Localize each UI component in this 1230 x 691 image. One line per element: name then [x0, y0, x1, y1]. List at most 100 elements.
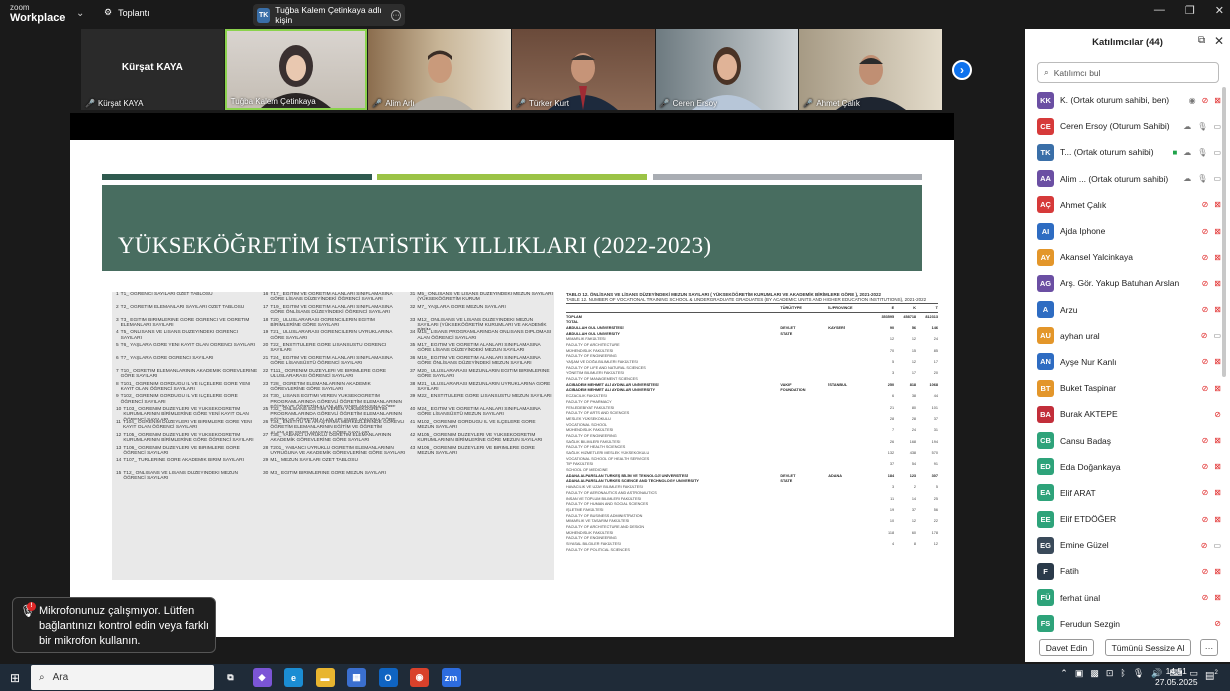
participant-row[interactable]: FÜ ferhat ünal ⊘ ⊠	[1037, 585, 1221, 611]
invite-button[interactable]: Davet Edin	[1039, 639, 1094, 656]
mic-icon[interactable]: 🎙	[1197, 122, 1207, 131]
video-off-icon[interactable]: ⊠	[1214, 488, 1221, 497]
pop-out-icon[interactable]: ⧉	[1198, 35, 1205, 46]
video-icon[interactable]: ▭	[1213, 174, 1221, 183]
mic-muted-icon[interactable]: ⊘	[1202, 227, 1209, 236]
participant-row[interactable]: AG Arş. Gör. Yakup Batuhan Arslan ⊘ ⊠	[1037, 270, 1221, 296]
mic-muted-icon[interactable]: ⊘	[1202, 384, 1209, 393]
clock[interactable]: 14:51 27.05.2025	[1155, 666, 1198, 688]
participant-row[interactable]: ED Eda Doğankaya ⊘ ⊠	[1037, 454, 1221, 480]
participant-row[interactable]: KK K. (Ortak oturum sahibi, ben) ◉ ⊘ ⊠	[1037, 87, 1221, 113]
mute-all-button[interactable]: Tümünü Sessize Al	[1105, 639, 1191, 656]
video-off-icon[interactable]: ⊠	[1214, 357, 1221, 366]
mic-muted-icon[interactable]: ⊘	[1202, 567, 1209, 576]
tray-app-icon[interactable]: ⊡	[1106, 668, 1114, 679]
mic-muted-icon[interactable]: ⊘	[1202, 253, 1209, 262]
video-off-icon[interactable]: ⊠	[1214, 436, 1221, 445]
video-tile[interactable]: 🎤 Türker Kurt	[512, 29, 655, 110]
video-off-icon[interactable]: ⊠	[1214, 515, 1221, 524]
video-icon[interactable]: ▭	[1213, 331, 1221, 340]
store-icon[interactable]: ▦	[347, 668, 366, 687]
zoom-icon[interactable]: zm	[441, 668, 461, 687]
video-tile[interactable]: Tuğba Kalem Çetinkaya	[224, 29, 368, 110]
mic-muted-icon[interactable]: ⊘	[1202, 357, 1209, 366]
mic-muted-icon[interactable]: ⊘	[1202, 462, 1209, 471]
maximize-icon[interactable]: ❐	[1185, 4, 1195, 17]
video-icon[interactable]: ▭	[1213, 541, 1221, 550]
notification-icon[interactable]: ▤2	[1205, 670, 1218, 681]
minimize-icon[interactable]: —	[1154, 4, 1165, 17]
close-icon[interactable]: ✕	[1215, 4, 1224, 17]
mic-muted-icon[interactable]: ⊘	[1214, 410, 1221, 419]
participant-row[interactable]: EG Emine Güzel ⊘ ▭	[1037, 532, 1221, 558]
tray-app-icon[interactable]: ▩	[1090, 668, 1099, 679]
video-off-icon[interactable]: ⊠	[1214, 200, 1221, 209]
mic-icon[interactable]: 🎙	[1197, 174, 1207, 183]
video-icon[interactable]: ▭	[1213, 148, 1221, 157]
participant-row[interactable]: EA Elif ARAT ⊘ ⊠	[1037, 480, 1221, 506]
more-icon[interactable]: ···	[391, 9, 401, 21]
mic-muted-icon[interactable]: ⊘	[1214, 619, 1221, 628]
participant-row[interactable]: FS Ferudun Sezgin ⊘	[1037, 611, 1221, 632]
bluetooth-icon[interactable]: ᛒ	[1120, 668, 1125, 679]
participant-row[interactable]: F Fatih ⊘ ⊠	[1037, 558, 1221, 584]
video-off-icon[interactable]: ⊠	[1214, 593, 1221, 602]
file-explorer-icon[interactable]: ▬	[315, 668, 335, 687]
meeting-button[interactable]: ⚙ Toplantı	[104, 7, 150, 18]
mic-muted-icon[interactable]: ⊘	[1202, 200, 1209, 209]
tray-app-icon[interactable]: ▣	[1075, 668, 1084, 679]
cloud-icon[interactable]: ☁	[1183, 122, 1191, 131]
video-off-icon[interactable]: ⊠	[1214, 96, 1221, 105]
participant-row[interactable]: BA Burak AKTEPE ⊘	[1037, 401, 1221, 427]
mic-muted-icon[interactable]: ⊘	[1202, 488, 1209, 497]
share-indicator[interactable]: TK Tuğba Kalem Çetinkaya adlı kişin ···	[253, 4, 405, 26]
video-off-icon[interactable]: ⊠	[1214, 253, 1221, 262]
cloud-icon[interactable]: ☁	[1183, 174, 1191, 183]
participant-row[interactable]: AÇ Ahmet Çalık ⊘ ⊠	[1037, 192, 1221, 218]
video-off-icon[interactable]: ⊠	[1214, 279, 1221, 288]
chrome-icon[interactable]: ◉	[410, 668, 429, 687]
outlook-icon[interactable]: O	[378, 668, 398, 687]
video-tile[interactable]: 🎤 Alim Arlı	[368, 29, 512, 110]
video-off-icon[interactable]: ⊠	[1214, 227, 1221, 236]
scrollbar[interactable]	[1222, 87, 1226, 377]
mic-warning-toast[interactable]: 🎙 ! Mikrofonunuz çalışmıyor. Lütfen bağl…	[12, 597, 216, 653]
mic-muted-icon[interactable]: ⊘	[1202, 279, 1209, 288]
participant-search[interactable]: ⌕ Katılımcı bul	[1037, 62, 1219, 83]
windows-start-icon[interactable]: ⊞	[10, 671, 20, 685]
participant-row[interactable]: AA Alim ... (Ortak oturum sahibi) ☁ 🎙 ▭	[1037, 166, 1221, 192]
edge-icon[interactable]: e	[284, 668, 303, 687]
chevron-down-icon[interactable]: ⌄	[76, 8, 84, 19]
participant-row[interactable]: EE Elif ETDÖĞER ⊘ ⊠	[1037, 506, 1221, 532]
cloud-icon[interactable]: ☁	[1183, 148, 1191, 157]
eye-icon[interactable]: ◉	[1189, 96, 1196, 105]
participant-row[interactable]: AN Ayşe Nur Kanlı ⊘ ⊠	[1037, 349, 1221, 375]
video-icon[interactable]: ▭	[1213, 122, 1221, 131]
video-tile[interactable]: 🎤 Ceren Ersoy	[655, 29, 799, 110]
copilot-icon[interactable]: ◆	[252, 668, 272, 687]
video-off-icon[interactable]: ⊠	[1214, 305, 1221, 314]
video-off-icon[interactable]: ⊠	[1214, 462, 1221, 471]
screen-share-icon[interactable]: ■	[1172, 148, 1177, 157]
chevron-up-icon[interactable]: ⌃	[1060, 668, 1068, 679]
mic-icon[interactable]: 🎙	[1197, 148, 1207, 157]
participant-row[interactable]: CB Cansu Badaş ⊘ ⊠	[1037, 427, 1221, 453]
mic-muted-icon[interactable]: ⊘	[1202, 96, 1209, 105]
mic-muted-icon[interactable]: ⊘	[1202, 515, 1209, 524]
next-page-button[interactable]: ›	[952, 60, 972, 80]
participant-row[interactable]: AY Akansel Yalcinkaya ⊘ ⊠	[1037, 244, 1221, 270]
participant-row[interactable]: BT Buket Taspinar ⊘ ⊠	[1037, 375, 1221, 401]
participant-row[interactable]: CE Ceren Ersoy (Oturum Sahibi) ☁ 🎙 ▭	[1037, 113, 1221, 139]
mic-muted-icon[interactable]: ⊘	[1202, 436, 1209, 445]
participant-row[interactable]: A Arzu ⊘ ⊠	[1037, 297, 1221, 323]
mic-muted-icon[interactable]: ⊘	[1201, 331, 1208, 340]
participant-row[interactable]: TK T... (Ortak oturum sahibi) ■ ☁ 🎙 ▭	[1037, 139, 1221, 165]
video-off-icon[interactable]: ⊠	[1214, 567, 1221, 576]
video-off-icon[interactable]: ⊠	[1214, 384, 1221, 393]
close-icon[interactable]: ✕	[1214, 34, 1224, 48]
taskbar-search[interactable]: ⌕ Ara	[31, 665, 214, 690]
task-view-icon[interactable]: ⧉	[221, 668, 240, 687]
microphone-icon[interactable]: 🎙	[1133, 668, 1144, 679]
participant-row[interactable]: AI Ajda Iphone ⊘ ⊠	[1037, 218, 1221, 244]
video-tile[interactable]: Kürşat KAYA 🎤 Kürşat KAYA	[81, 29, 224, 110]
